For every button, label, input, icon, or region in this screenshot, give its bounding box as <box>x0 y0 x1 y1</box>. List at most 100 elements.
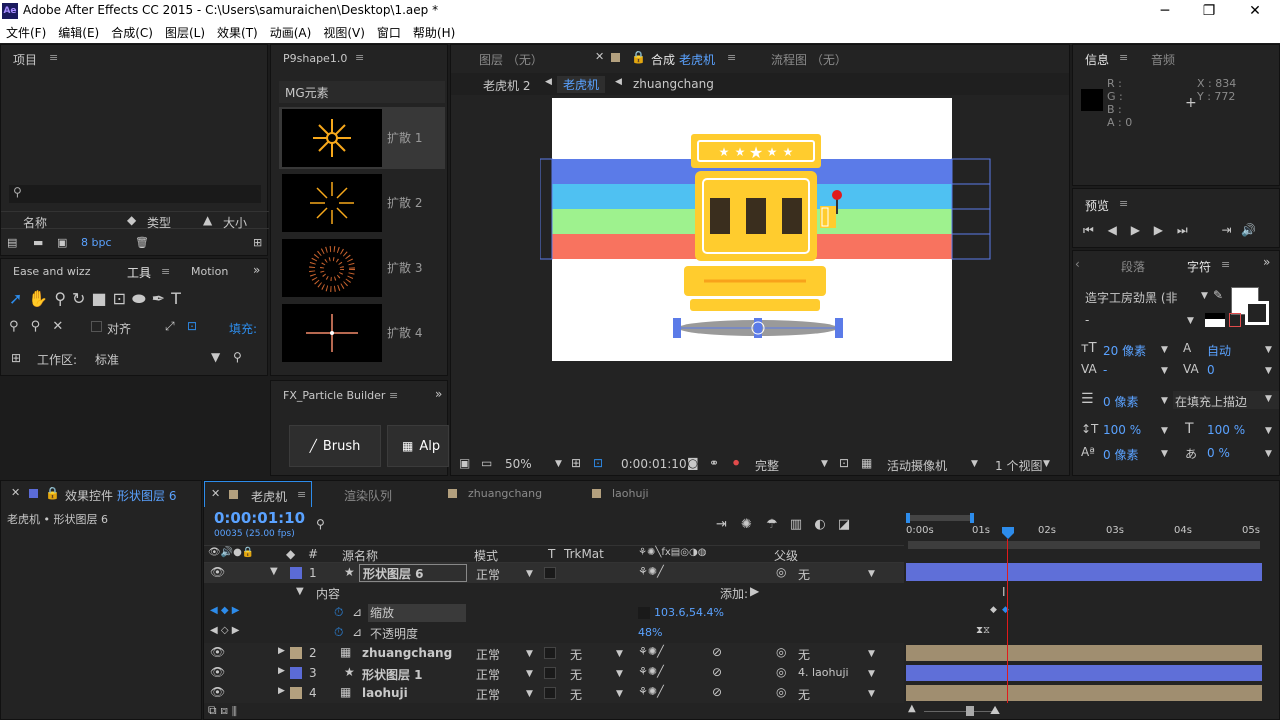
panel-menu-icon[interactable]: ≡ <box>355 51 364 64</box>
zoom-in-icon[interactable]: ⛰ <box>990 703 1000 718</box>
layer-switches[interactable]: ⚘✺╱ <box>638 645 664 658</box>
close-button[interactable]: ✕ <box>1240 1 1270 21</box>
tracking-dropdown-icon[interactable]: ▼ <box>1265 366 1272 376</box>
mode-dropdown-icon[interactable]: ▼ <box>526 669 533 679</box>
layer-mode[interactable]: 正常 <box>476 646 500 663</box>
tab-character[interactable]: 字符 <box>1187 258 1211 275</box>
type-tool-icon[interactable]: T <box>171 289 187 308</box>
font-style-select[interactable]: - <box>1085 313 1089 327</box>
camera-dropdown-icon[interactable]: ▼ <box>971 459 978 469</box>
pickwhip-icon[interactable]: ◎ <box>776 565 786 579</box>
layer-row-4[interactable]: 👁 ▶ 4 ▦ laohuji 正常 ▼ 无 ▼ ⚘✺╱ ⊘ ◎ 无 ▼ <box>204 683 904 703</box>
shy-layers-icon[interactable]: ☂ <box>766 517 778 532</box>
layer-row-2[interactable]: 👁 ▶ 2 ▦ zhuangchang 正常 ▼ 无 ▼ ⚘✺╱ ⊘ ◎ 无 ▼ <box>204 643 904 663</box>
comp-mini-flowchart-icon[interactable]: ⇥ <box>716 517 727 532</box>
more-panels-icon[interactable]: » <box>253 263 260 277</box>
add-label[interactable]: 添加: <box>720 585 748 602</box>
trkmat-dropdown-icon[interactable]: ▼ <box>616 689 623 699</box>
zoom-out-icon[interactable]: ▲ <box>908 703 916 714</box>
timeline-footer-icons[interactable]: ⧉ ⧈ ⫴ <box>208 703 237 718</box>
work-area-navigator[interactable] <box>908 515 972 521</box>
layer-bar-4[interactable] <box>906 685 1262 701</box>
trkmat-select[interactable]: 无 <box>570 686 582 703</box>
panel-menu-icon[interactable]: ≡ <box>297 488 306 501</box>
constrain-proportions-icon[interactable] <box>638 607 650 619</box>
panel-menu-icon[interactable]: ≡ <box>161 265 170 278</box>
panel-menu-icon[interactable]: ≡ <box>727 51 736 64</box>
trkmat-dropdown-icon[interactable]: ▼ <box>616 669 623 679</box>
layer-bar-2[interactable] <box>906 645 1262 661</box>
snap-icon[interactable]: ⤢ <box>165 319 175 334</box>
effect-controls-layer[interactable]: 形状图层 6 <box>117 487 176 504</box>
time-ruler[interactable]: 0:00s 01s 02s 03s 04s 05s <box>904 511 1274 551</box>
draft-3d-icon[interactable]: ✺ <box>741 517 752 532</box>
tsume-dropdown-icon[interactable]: ▼ <box>1265 449 1272 459</box>
vertical-scale-dropdown-icon[interactable]: ▼ <box>1161 426 1168 436</box>
fill-label[interactable]: 填充: <box>229 320 257 337</box>
playhead-line[interactable] <box>1007 539 1008 703</box>
layer-switches[interactable]: ⚘✺╱ <box>638 665 664 678</box>
font-family-dropdown-icon[interactable]: ▼ <box>1201 291 1208 301</box>
expand-triangle-icon[interactable]: ▶ <box>278 686 285 696</box>
col-size[interactable]: 大小 <box>223 214 247 231</box>
timeline-zoom-slider[interactable]: ▲ ⛰ <box>904 703 1278 719</box>
menu-composition[interactable]: 合成(C) <box>111 24 153 41</box>
col-type[interactable]: 类型 <box>147 214 171 231</box>
menu-layer[interactable]: 图层(L) <box>165 24 205 41</box>
layer-color-label[interactable] <box>290 567 302 579</box>
restore-button[interactable]: ❐ <box>1194 1 1224 21</box>
show-snapshot-icon[interactable]: ⚭ <box>709 456 719 470</box>
opacity-value[interactable]: 48% <box>638 626 662 639</box>
collapse-transform-icon[interactable]: ⊘ <box>712 665 722 679</box>
layer-row-1[interactable]: 👁 ▼ 1 ★ 形状图层 6 正常 ▼ ⚘✺╱ ◎ 无 ▼ <box>204 563 904 583</box>
col-name[interactable]: 名称 <box>23 214 47 231</box>
monitor-icon[interactable]: ▭ <box>481 456 492 470</box>
layer-name[interactable]: laohuji <box>362 686 408 700</box>
layer-name[interactable]: zhuangchang <box>362 646 452 660</box>
pan-behind-icon[interactable]: ⊡ <box>113 289 132 308</box>
pickwhip-icon[interactable]: ◎ <box>776 685 786 699</box>
tab-render-queue[interactable]: 渲染队列 <box>344 487 392 504</box>
more-panels-icon[interactable]: » <box>435 387 442 401</box>
tsume-value[interactable]: 0 % <box>1207 446 1230 460</box>
col-trkmat[interactable]: TrkMat <box>564 547 604 561</box>
stopwatch-icon[interactable]: ⏱ <box>334 605 343 620</box>
parent-dropdown-icon[interactable]: ▼ <box>868 689 875 699</box>
panel-menu-icon[interactable]: ≡ <box>1119 51 1128 64</box>
grid-icon[interactable]: ⊞ <box>571 456 581 470</box>
mask-visibility-icon[interactable]: ⊡ <box>593 456 603 470</box>
stroke-color-swatch[interactable] <box>1245 301 1269 325</box>
layer-mode[interactable]: 正常 <box>476 686 500 703</box>
view-layout-select[interactable]: 1 个视图 <box>995 457 1042 474</box>
collapse-transform-icon[interactable]: ⊘ <box>712 645 722 659</box>
stroke-mode-select[interactable]: 在填充上描边 <box>1173 391 1279 409</box>
preserve-transparency-checkbox[interactable] <box>544 687 556 699</box>
tab-comp-name[interactable]: 老虎机 <box>679 51 715 68</box>
col-t[interactable]: T <box>548 547 555 561</box>
menu-edit[interactable]: 编辑(E) <box>58 24 99 41</box>
font-style-dropdown-icon[interactable]: ▼ <box>1187 316 1194 326</box>
no-fill-swap-icon[interactable] <box>1205 313 1225 327</box>
workspace-dropdown-arrow-icon[interactable]: ▼ <box>211 350 220 364</box>
alpha-button[interactable]: ▦ Alp <box>387 425 449 467</box>
effect-controls-tab[interactable]: 效果控件 <box>65 487 113 504</box>
zoom-slider-thumb[interactable] <box>966 706 974 716</box>
panel-menu-icon[interactable]: ≡ <box>1119 197 1128 210</box>
mode-dropdown-icon[interactable]: ▼ <box>526 689 533 699</box>
tab-ease-and-wizz[interactable]: Ease and wizz <box>13 265 90 278</box>
play-icon[interactable]: ▶ <box>1131 223 1140 237</box>
layer-parent[interactable]: 无 <box>798 566 810 583</box>
panel-collapse-icon[interactable]: ‹ <box>1075 257 1080 271</box>
layer-switches[interactable]: ⚘✺╱ <box>638 565 664 578</box>
p9-category[interactable]: MG元素 <box>279 81 445 103</box>
layer-color-label[interactable] <box>290 647 302 659</box>
tab-comp-prefix[interactable]: 合成 <box>651 51 675 68</box>
tab-paragraph[interactable]: 段落 <box>1121 258 1145 275</box>
stopwatch-icon[interactable]: ⏱ <box>334 625 343 640</box>
tab-zhuangchang[interactable]: zhuangchang <box>468 487 542 500</box>
work-area-bar[interactable] <box>908 541 1260 549</box>
trkmat-dropdown-icon[interactable]: ▼ <box>616 649 623 659</box>
lock-icon[interactable]: 🔒 <box>45 486 60 500</box>
workspace-select[interactable]: 标准 <box>95 351 119 368</box>
eyedropper-icon[interactable]: ✎ <box>1213 288 1223 302</box>
